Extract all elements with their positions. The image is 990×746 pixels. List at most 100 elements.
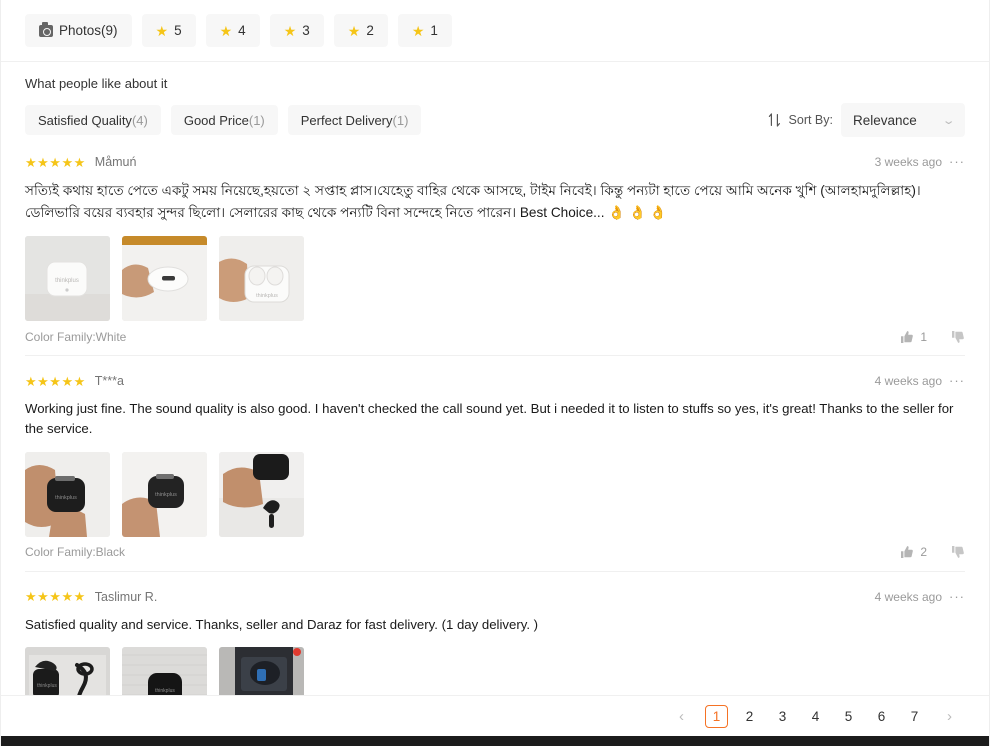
svg-text:thinkplus: thinkplus [55, 495, 77, 501]
review-panel: Photos(9) ★ 5 ★ 4 ★ 3 ★ 2 ★ 1 What peopl… [0, 0, 990, 746]
pagination-page-6[interactable]: 6 [870, 705, 893, 728]
thumbs-down-icon [952, 546, 964, 559]
review-thumbnail[interactable]: thinkplus [25, 236, 110, 322]
filter-chip-rating-2[interactable]: ★ 2 [333, 14, 388, 47]
pagination-page-4[interactable]: 4 [804, 705, 827, 728]
star-icon: ★ [347, 22, 361, 39]
svg-text:thinkplus: thinkplus [37, 683, 57, 689]
like-tag-label: Good Price [183, 112, 249, 128]
review-author: T***a [94, 374, 124, 389]
review-like-count: 1 [920, 329, 927, 344]
filter-chip-rating-2-label: 2 [366, 23, 374, 38]
review-dislike-button[interactable] [951, 545, 965, 559]
svg-text:thinkplus: thinkplus [55, 278, 79, 284]
filter-chip-rating-5[interactable]: ★ 5 [141, 14, 196, 47]
filter-chip-photos[interactable]: Photos(9) [25, 14, 132, 47]
filter-chip-rating-3[interactable]: ★ 3 [269, 14, 324, 47]
review-text: সত্যিই কথায় হাতে পেতে একটু সময় নিয়েছে… [25, 183, 921, 221]
review-thumbnail-list: thinkplus thinkplus [25, 236, 965, 322]
filter-chip-rating-5-label: 5 [174, 23, 182, 38]
filter-chip-rating-1-label: 1 [430, 23, 438, 38]
review-header-left: ★★★★★ Måmuń [25, 155, 136, 169]
filter-chip-rating-1[interactable]: ★ 1 [397, 14, 452, 47]
pagination-page-7[interactable]: 7 [903, 705, 926, 728]
review-thumbnail[interactable]: thinkplus [25, 451, 110, 537]
review-vote-group: 1 [900, 330, 965, 344]
what-people-like-section: What people like about it Satisfied Qual… [1, 62, 989, 137]
pagination-next[interactable]: › [938, 705, 961, 728]
review-more-options-icon[interactable]: ··· [949, 155, 965, 168]
review-rating-stars: ★★★★★ [25, 154, 86, 170]
svg-text:thinkplus: thinkplus [256, 293, 278, 299]
star-icon: ★ [155, 22, 169, 39]
like-tag-count: (1) [248, 112, 265, 128]
review-author: Måmuń [94, 155, 137, 169]
review-thumbnail[interactable] [122, 236, 207, 322]
pagination-page-5[interactable]: 5 [837, 705, 860, 728]
filter-chip-rating-4[interactable]: ★ 4 [205, 14, 260, 47]
review-thumbnail[interactable]: thinkplus [122, 451, 207, 537]
sort-select[interactable]: Relevance ⌄ [841, 103, 965, 137]
thumbs-up-icon [901, 330, 914, 343]
svg-text:thinkplus: thinkplus [155, 492, 177, 498]
like-tag-perfect-delivery[interactable]: Perfect Delivery (1) [287, 105, 422, 135]
review-header-right: 4 weeks ago ··· [875, 374, 965, 388]
review-color-family: Color Family:Black [25, 545, 126, 560]
star-icon: ★ [219, 22, 233, 39]
review-vote-group: 2 [900, 545, 965, 559]
review-text: Satisfied quality and service. Thanks, s… [25, 616, 539, 632]
star-icon: ★ [411, 22, 425, 39]
star-icon: ★ [283, 22, 297, 39]
review-header-left: ★★★★★ T***a [25, 374, 124, 388]
review-more-options-icon[interactable]: ··· [949, 590, 965, 603]
likes-and-sort-row: Satisfied Quality (4) Good Price (1) Perfe… [25, 103, 965, 137]
review-timestamp: 4 weeks ago [874, 589, 942, 604]
pagination-page-2[interactable]: 2 [738, 705, 761, 728]
review-dislike-button[interactable] [951, 330, 965, 344]
pagination: ‹ 1 2 3 4 5 6 7 › [1, 695, 989, 736]
chevron-down-icon: ⌄ [941, 114, 956, 127]
like-tag-satisfied-quality[interactable]: Satisfied Quality (4) [25, 105, 161, 135]
sort-control: Sort By: Relevance ⌄ [768, 103, 965, 137]
page-bottom-strip [1, 736, 989, 746]
filter-chip-photos-label: Photos(9) [59, 23, 118, 38]
pagination-page-1[interactable]: 1 [705, 704, 728, 728]
review-item: ★★★★★ T***a 4 weeks ago ··· Working just… [25, 356, 965, 572]
review-like-button[interactable]: 1 [900, 330, 927, 344]
review-thumbnail[interactable]: thinkplus [219, 236, 304, 322]
review-header-right: 4 weeks ago ··· [875, 590, 965, 604]
review-header: ★★★★★ Måmuń 3 weeks ago ··· [25, 153, 965, 171]
camera-icon [39, 22, 53, 37]
pagination-prev[interactable]: ‹ [670, 705, 693, 728]
like-tag-label: Satisfied Quality [38, 112, 132, 128]
review-footer: Color Family:Black 2 [25, 545, 965, 571]
review-rating-stars: ★★★★★ [25, 373, 86, 389]
review-header-left: ★★★★★ Taslimur R. [25, 590, 157, 604]
like-tag-list: Satisfied Quality (4) Good Price (1) Perfe… [25, 105, 422, 135]
like-tag-count: (4) [131, 112, 148, 128]
review-thumbnail[interactable] [219, 451, 304, 537]
review-more-options-icon[interactable]: ··· [949, 374, 965, 387]
review-header: ★★★★★ T***a 4 weeks ago ··· [25, 372, 965, 390]
review-filter-bar: Photos(9) ★ 5 ★ 4 ★ 3 ★ 2 ★ 1 [1, 0, 989, 62]
review-footer: Color Family:White 1 [25, 330, 965, 355]
like-tag-label: Perfect Delivery [300, 112, 393, 128]
review-thumbnail-list: thinkplus thinkplus [25, 451, 965, 537]
review-header-right: 3 weeks ago ··· [875, 155, 965, 169]
review-like-button[interactable]: 2 [900, 545, 927, 559]
thumbs-up-icon [901, 546, 914, 559]
like-tag-good-price[interactable]: Good Price (1) [170, 105, 278, 135]
thumbs-down-icon [952, 330, 964, 343]
review-like-count: 2 [920, 545, 927, 560]
sort-select-value: Relevance [853, 112, 917, 128]
review-item: ★★★★★ Måmuń 3 weeks ago ··· সত্যিই কথায়… [25, 137, 965, 357]
sort-by-label: Sort By: [788, 113, 833, 127]
pagination-page-3[interactable]: 3 [771, 705, 794, 728]
review-text: Working just fine. The sound quality is … [25, 401, 954, 437]
filter-chip-rating-3-label: 3 [302, 23, 310, 38]
review-author: Taslimur R. [94, 589, 158, 604]
review-list: ★★★★★ Måmuń 3 weeks ago ··· সত্যিই কথায়… [1, 137, 989, 746]
review-rating-stars: ★★★★★ [25, 589, 86, 605]
filter-chip-rating-4-label: 4 [238, 23, 246, 38]
review-header: ★★★★★ Taslimur R. 4 weeks ago ··· [25, 588, 965, 606]
